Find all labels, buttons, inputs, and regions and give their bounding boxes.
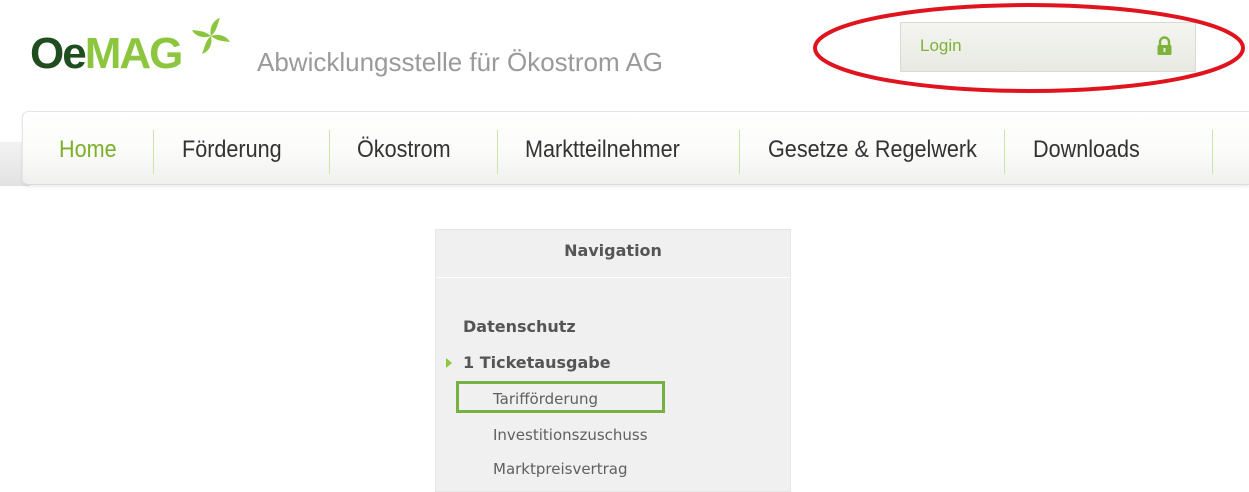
- side-item-investitionszuschuss[interactable]: Investitionszuschuss: [493, 426, 648, 444]
- side-navigation: Navigation Datenschutz 1 Ticketausgabe T…: [435, 229, 791, 492]
- lock-icon: [1157, 36, 1172, 55]
- login-button[interactable]: Login: [900, 22, 1196, 72]
- side-navigation-title: Navigation: [564, 241, 662, 260]
- side-navigation-divider: [436, 277, 790, 278]
- tagline: Abwicklungsstelle für Ökostrom AG: [257, 47, 664, 77]
- nav-divider: [329, 130, 330, 174]
- logo-mag: MAG: [84, 29, 184, 78]
- side-item-tariffoerderung[interactable]: Tarifförderung: [493, 390, 598, 408]
- pinwheel-icon: [192, 18, 230, 54]
- nav-gesetze-regelwerk[interactable]: Gesetze & Regelwerk: [768, 112, 977, 184]
- nav-divider: [1212, 130, 1213, 174]
- login-label: Login: [920, 36, 962, 55]
- nav-marktteilnehmer[interactable]: Marktteilnehmer: [525, 112, 680, 184]
- nav-divider: [153, 130, 154, 174]
- nav-divider: [497, 130, 498, 174]
- nav-divider: [739, 130, 740, 174]
- nav-downloads[interactable]: Downloads: [1033, 112, 1140, 184]
- nav-home[interactable]: Home: [59, 112, 117, 184]
- main-navbar: Home Förderung Ökostrom Marktteilnehmer …: [22, 111, 1249, 185]
- logo-wordmark: OeMAG: [30, 29, 184, 78]
- expand-arrow-icon: [446, 358, 452, 368]
- nav-oekostrom[interactable]: Ökostrom: [357, 112, 451, 184]
- logo-oe: Oe: [30, 29, 87, 78]
- side-item-marktpreisvertrag[interactable]: Marktpreisvertrag: [493, 460, 627, 478]
- nav-divider: [1004, 130, 1005, 174]
- nav-foerderung[interactable]: Förderung: [182, 112, 282, 184]
- side-item-ticketausgabe[interactable]: 1 Ticketausgabe: [463, 353, 611, 372]
- side-item-datenschutz[interactable]: Datenschutz: [463, 317, 576, 336]
